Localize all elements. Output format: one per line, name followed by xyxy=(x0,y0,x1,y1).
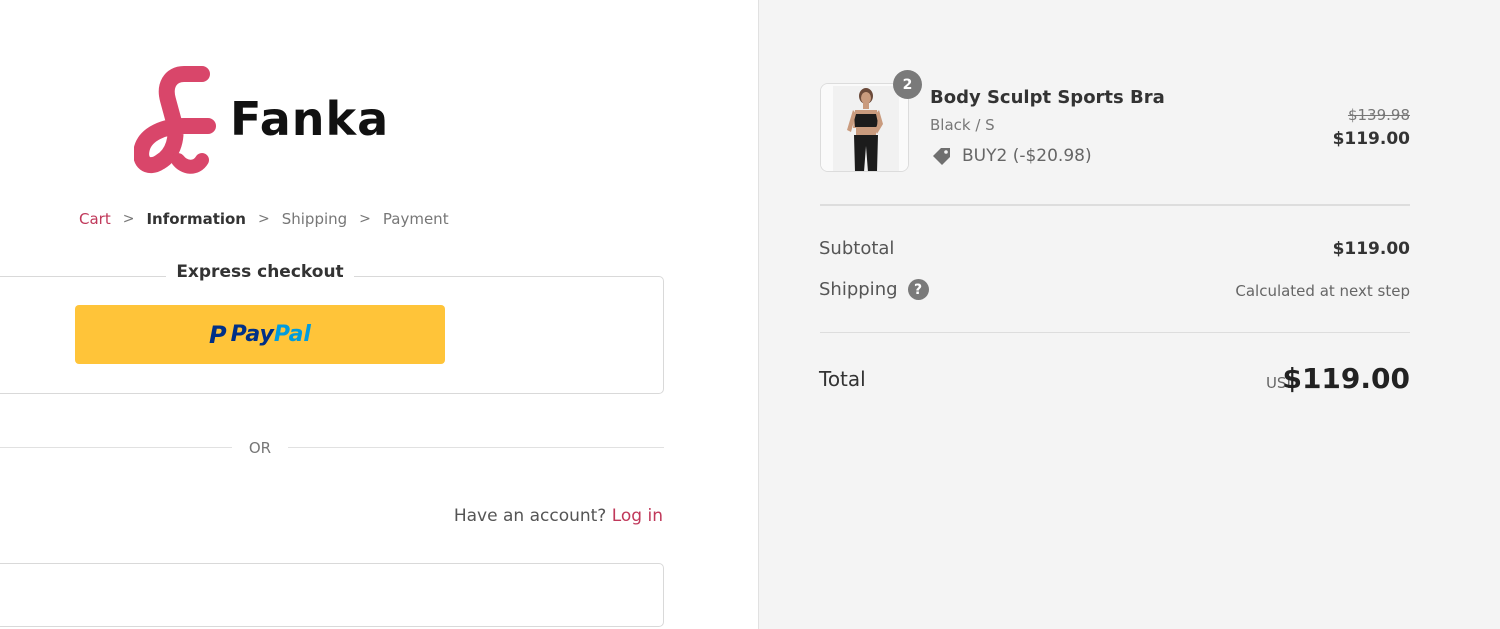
paypal-icon: P xyxy=(209,320,227,349)
shipping-row: Shipping ? xyxy=(819,279,929,300)
summary-divider xyxy=(820,204,1410,206)
divider-line xyxy=(288,447,664,448)
chevron-right-icon: > xyxy=(122,211,135,227)
breadcrumb-payment: Payment xyxy=(382,210,449,228)
paypal-wordmark: PayPal xyxy=(230,322,311,347)
shipping-label: Shipping xyxy=(819,279,898,300)
discount-code: BUY2 (-$20.98) xyxy=(930,144,1092,168)
discount-label: BUY2 (-$20.98) xyxy=(962,146,1092,166)
original-price: $139.98 xyxy=(1347,106,1410,124)
logo-wordmark: Fanka xyxy=(230,92,390,146)
summary-divider xyxy=(820,332,1410,333)
total-value: $119.00 xyxy=(1282,362,1410,395)
breadcrumb-shipping: Shipping xyxy=(281,210,348,228)
total-label: Total xyxy=(819,367,866,391)
checkout-main: Fanka Cart > Information > Shipping > Pa… xyxy=(0,0,758,629)
account-prompt-text: Have an account? xyxy=(453,506,607,526)
product-image xyxy=(821,84,908,171)
breadcrumb: Cart > Information > Shipping > Payment xyxy=(79,208,449,230)
breadcrumb-cart[interactable]: Cart xyxy=(79,210,111,228)
paypal-button[interactable]: P PayPal xyxy=(75,305,445,364)
tag-icon xyxy=(933,148,950,165)
or-divider-label: OR xyxy=(248,439,272,457)
subtotal-value: $119.00 xyxy=(1332,239,1410,259)
chevron-right-icon: > xyxy=(359,211,371,227)
chevron-right-icon: > xyxy=(258,211,270,227)
account-prompt: Have an account? Log in xyxy=(454,506,663,526)
product-name: Body Sculpt Sports Bra xyxy=(930,87,1165,108)
email-field[interactable] xyxy=(0,563,664,627)
shipping-value: Calculated at next step xyxy=(1235,282,1410,300)
brand-logo[interactable]: Fanka xyxy=(134,64,394,184)
item-price: $119.00 xyxy=(1332,129,1410,149)
divider-line xyxy=(0,447,232,448)
logo-mark xyxy=(134,66,216,174)
express-checkout-title: Express checkout xyxy=(166,262,354,286)
product-thumbnail xyxy=(820,83,909,172)
quantity-badge: 2 xyxy=(893,70,922,99)
product-variant: Black / S xyxy=(930,116,995,134)
subtotal-label: Subtotal xyxy=(819,238,895,259)
login-link[interactable]: Log in xyxy=(612,506,663,526)
question-circle-icon[interactable]: ? xyxy=(907,279,929,300)
breadcrumb-information: Information xyxy=(146,210,246,228)
